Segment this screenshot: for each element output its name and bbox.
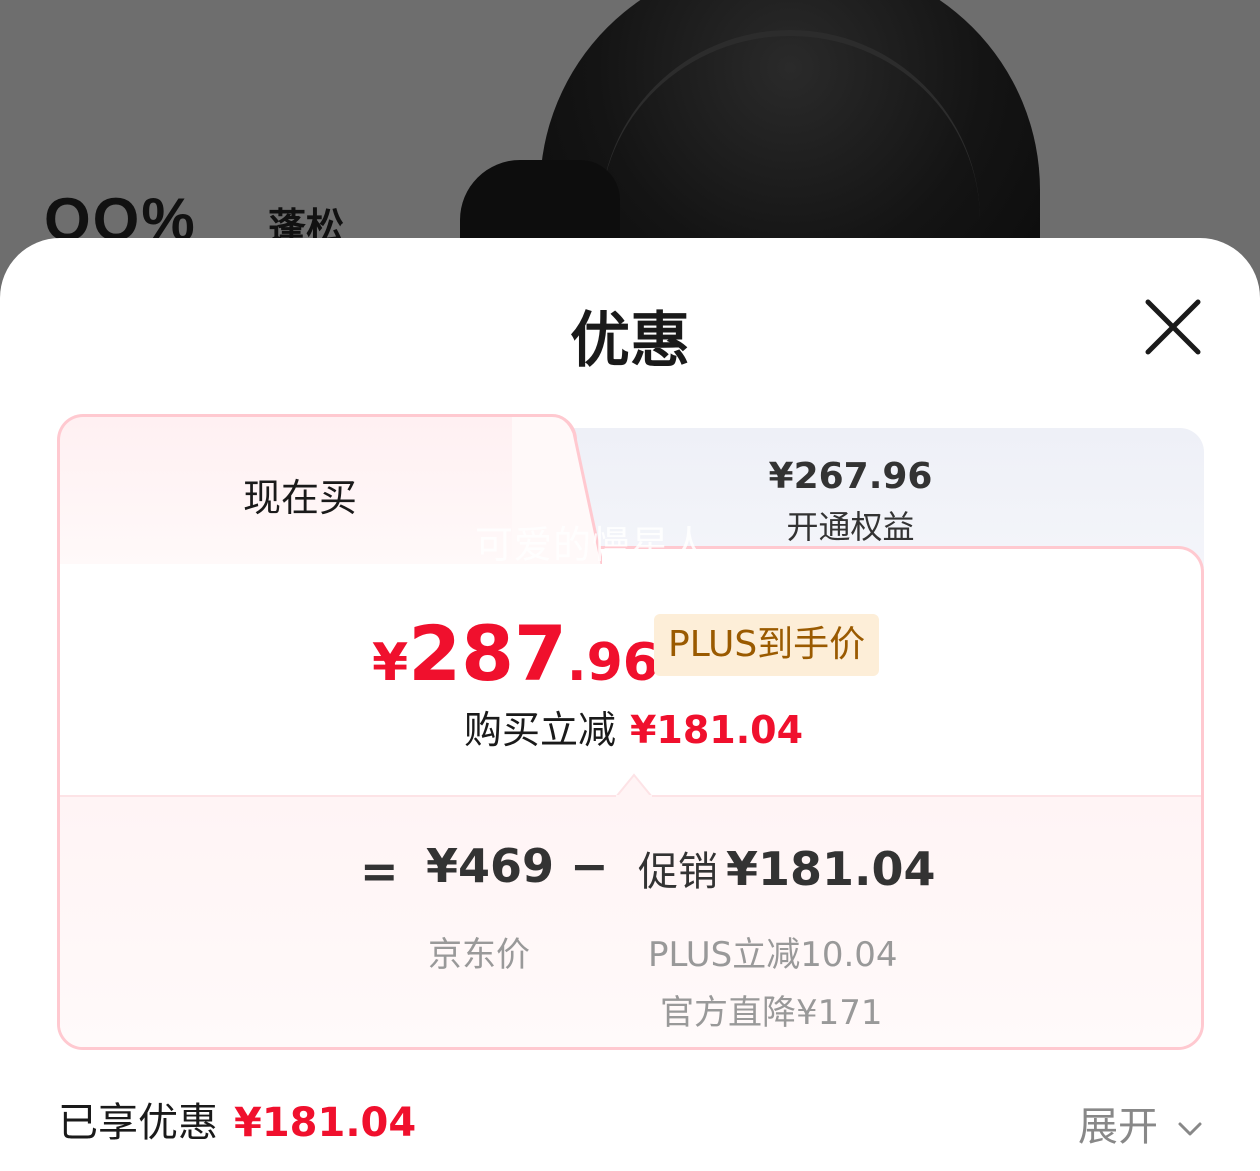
discount-sheet: 优惠 ¥267.96 开通权益 ¥287.96 PLUS到手价 购买立减 ¥181…	[0, 238, 1260, 1171]
tab-plus-price: ¥267.96	[768, 456, 933, 497]
sheet-title: 优惠	[570, 306, 690, 376]
pointer-arrow	[616, 773, 652, 797]
promo-label: 促销	[638, 849, 718, 895]
promo-detail-official: 官方直降¥171	[660, 993, 883, 1033]
final-price-row: ¥287.96 PLUS到手价	[60, 609, 1201, 699]
instant-discount-label: 购买立减	[463, 708, 616, 752]
price-integer: 287	[408, 609, 567, 698]
enjoyed-discount: 已享优惠 ¥181.04	[58, 1090, 416, 1148]
price-detail-panel: ¥287.96 PLUS到手价 购买立减 ¥181.04 = ¥469 − 促销 ¥…	[57, 546, 1204, 1050]
instant-discount-row: 购买立减 ¥181.04	[60, 699, 1201, 754]
close-button[interactable]	[1140, 294, 1206, 360]
tab-buy-now-label: 现在买	[242, 476, 357, 520]
expand-label: 展开	[1078, 1104, 1158, 1150]
price-currency: ¥	[372, 633, 409, 693]
base-price-label: 京东价	[428, 935, 530, 975]
price-breakdown	[60, 795, 1201, 1047]
promo-detail-plus: PLUS立减10.04	[648, 935, 898, 975]
final-price: ¥287.96	[372, 609, 659, 698]
enjoyed-discount-label: 已享优惠	[58, 1100, 218, 1146]
minus-sign: −	[570, 839, 609, 893]
watermark: 可爱的慢星人	[475, 523, 710, 567]
promo-amount: ¥181.04	[726, 842, 936, 896]
close-icon	[1145, 299, 1201, 355]
price-card: ¥267.96 开通权益 ¥287.96 PLUS到手价 购买立减 ¥181.04…	[57, 414, 1204, 1050]
plus-price-badge: PLUS到手价	[654, 614, 880, 676]
promo-total: 促销 ¥181.04	[638, 839, 936, 897]
equals-sign: =	[360, 844, 399, 898]
enjoyed-discount-amount: ¥181.04	[234, 1100, 417, 1146]
base-price: ¥469	[426, 839, 555, 893]
price-decimal: .96	[566, 633, 659, 693]
instant-discount-amount: ¥181.04	[629, 708, 804, 752]
expand-button[interactable]: 展开	[1078, 1094, 1203, 1152]
chevron-down-icon	[1178, 1122, 1202, 1136]
